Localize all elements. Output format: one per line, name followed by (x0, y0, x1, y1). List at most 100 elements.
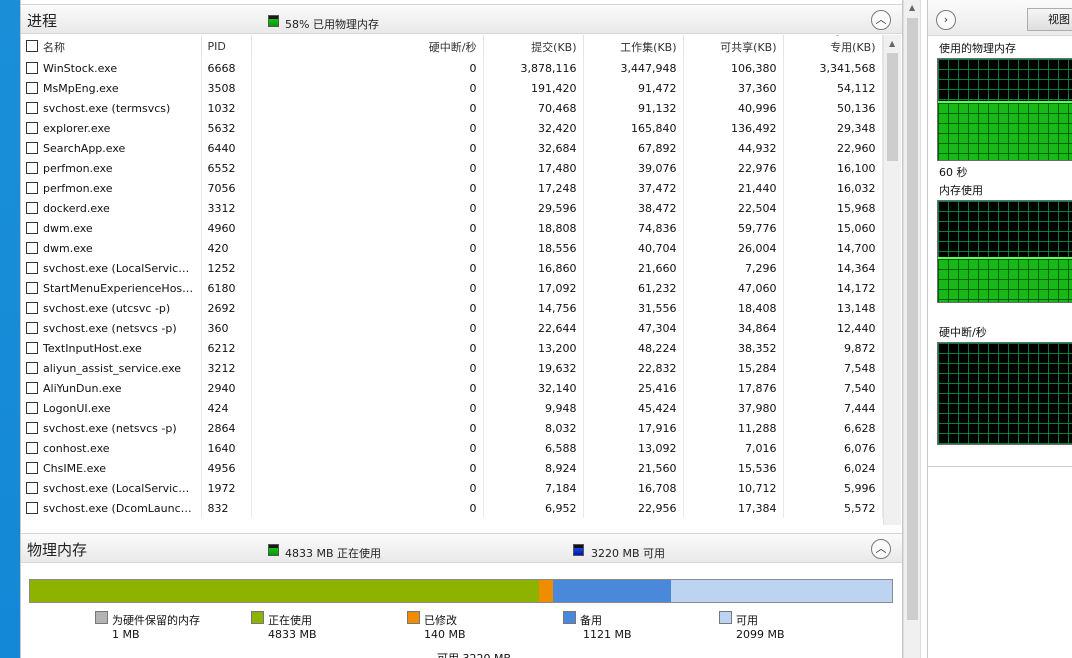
table-row[interactable]: dwm.exe 420 0 18,556 40,704 26,004 14,700 (21, 238, 883, 258)
row-checkbox[interactable] (26, 482, 38, 494)
cell-working-set: 16,708 (583, 478, 684, 498)
table-row[interactable]: svchost.exe (utcsvc -p) 2692 0 14,756 31,556… (21, 298, 883, 318)
memory-used-legend-icon (268, 15, 279, 27)
row-checkbox[interactable] (26, 82, 38, 94)
row-checkbox[interactable] (26, 302, 38, 314)
table-row[interactable]: SearchApp.exe 6440 0 32,684 67,892 44,932 22,9… (21, 138, 883, 158)
row-checkbox[interactable] (26, 382, 38, 394)
row-checkbox[interactable] (26, 102, 38, 114)
select-all-checkbox[interactable] (26, 40, 38, 52)
cell-working-set: 21,660 (583, 258, 684, 278)
table-row[interactable]: perfmon.exe 6552 0 17,480 39,076 22,976 16,100 (21, 158, 883, 178)
view-button[interactable]: 视图 (1027, 8, 1072, 31)
table-row[interactable]: MsMpEng.exe 3508 0 191,420 91,472 37,360 54,11… (21, 78, 883, 98)
row-checkbox[interactable] (26, 242, 38, 254)
table-row[interactable]: dockerd.exe 3312 0 29,596 38,472 22,504 15,968 (21, 198, 883, 218)
cell-commit: 8,924 (483, 458, 584, 478)
column-header-commit[interactable]: 提交(KB) (483, 35, 584, 58)
row-checkbox[interactable] (26, 262, 38, 274)
cell-commit: 14,756 (483, 298, 584, 318)
column-header-shareable[interactable]: 可共享(KB) (683, 35, 784, 58)
scrollbar-thumb[interactable] (887, 53, 898, 161)
chevron-right-icon[interactable]: › (936, 10, 956, 30)
process-name-cell: WinStock.exe (21, 58, 202, 78)
legend-label: 为硬件保留的内存 (112, 614, 200, 627)
legend-value: 1 MB (112, 628, 140, 641)
row-checkbox[interactable] (26, 442, 38, 454)
row-checkbox[interactable] (26, 342, 38, 354)
column-header-pid[interactable]: PID (201, 35, 252, 58)
cell-working-set: 91,472 (583, 78, 684, 98)
physical-memory-graph-fill (938, 101, 1072, 160)
table-row[interactable]: conhost.exe 1640 0 6,588 13,092 7,016 6,076 (21, 438, 883, 458)
table-row[interactable]: svchost.exe (termsvcs) 1032 0 70,468 91,132 4… (21, 98, 883, 118)
cell-working-set: 38,472 (583, 198, 684, 218)
row-checkbox[interactable] (26, 462, 38, 474)
row-checkbox[interactable] (26, 62, 38, 74)
chevron-up-icon[interactable]: ︿ (871, 539, 891, 559)
table-row[interactable]: StartMenuExperienceHost.... 6180 0 17,092 61… (21, 278, 883, 298)
row-checkbox[interactable] (26, 162, 38, 174)
scroll-up-arrow-icon[interactable]: ▲ (909, 3, 915, 12)
cell-private: 7,444 (783, 398, 883, 418)
row-checkbox[interactable] (26, 322, 38, 334)
process-name-cell: TextInputHost.exe (21, 338, 202, 358)
cell-pid: 1972 (201, 478, 252, 498)
row-checkbox[interactable] (26, 422, 38, 434)
processes-header[interactable]: 进程 58% 已用物理内存 ︿ (21, 4, 902, 34)
row-checkbox[interactable] (26, 362, 38, 374)
memory-bar-segment-in-use (30, 580, 539, 602)
scrollbar-thumb[interactable] (907, 18, 918, 620)
cell-pid: 420 (201, 238, 252, 258)
row-checkbox[interactable] (26, 402, 38, 414)
memory-used-legend: 58% 已用物理内存 (285, 18, 379, 31)
graph-panel-header: › 视图 (928, 0, 1072, 36)
cell-commit: 32,420 (483, 118, 584, 138)
column-header-private[interactable]: ﹀ 专用(KB) (783, 35, 883, 58)
table-row[interactable]: ChsIME.exe 4956 0 8,924 21,560 15,536 6,024 (21, 458, 883, 478)
cell-hard-faults: 0 (251, 498, 484, 518)
row-checkbox[interactable] (26, 282, 38, 294)
table-row[interactable]: WinStock.exe 6668 0 3,878,116 3,447,948 106,3… (21, 58, 883, 78)
table-row[interactable]: svchost.exe (LocalServiceN... 1972 0 7,184 1… (21, 478, 883, 498)
process-table-scrollbar[interactable]: ▲ (883, 35, 901, 525)
table-row[interactable]: LogonUI.exe 424 0 9,948 45,424 37,980 7,444 (21, 398, 883, 418)
table-row[interactable]: AliYunDun.exe 2940 0 32,140 25,416 17,876 7,54… (21, 378, 883, 398)
cell-working-set: 13,092 (583, 438, 684, 458)
legend-swatch (251, 611, 264, 624)
row-checkbox[interactable] (26, 502, 38, 514)
row-checkbox[interactable] (26, 142, 38, 154)
cell-hard-faults: 0 (251, 478, 484, 498)
row-checkbox[interactable] (26, 222, 38, 234)
table-row[interactable]: perfmon.exe 7056 0 17,248 37,472 21,440 16,032 (21, 178, 883, 198)
column-header-working-set[interactable]: 工作集(KB) (583, 35, 684, 58)
cell-working-set: 165,840 (583, 118, 684, 138)
physical-memory-header[interactable]: 物理内存 4833 MB 正在使用 3220 MB 可用 ︿ (21, 533, 902, 563)
table-row[interactable]: svchost.exe (netsvcs -p) 360 0 22,644 47,304… (21, 318, 883, 338)
process-name-cell: perfmon.exe (21, 158, 202, 178)
row-checkbox[interactable] (26, 202, 38, 214)
process-name-cell: ChsIME.exe (21, 458, 202, 478)
legend-swatch (563, 611, 576, 624)
cell-private: 9,872 (783, 338, 883, 358)
table-row[interactable]: svchost.exe (netsvcs -p) 2864 0 8,032 17,916… (21, 418, 883, 438)
cell-pid: 424 (201, 398, 252, 418)
column-header-name[interactable]: 名称 (21, 35, 202, 58)
scroll-up-arrow-icon[interactable]: ▲ (889, 39, 895, 48)
column-header-hard-faults[interactable]: 硬中断/秒 (251, 35, 484, 58)
available-legend: 3220 MB 可用 (591, 547, 666, 560)
legend-value: 140 MB (424, 628, 466, 641)
row-checkbox[interactable] (26, 122, 38, 134)
table-row[interactable]: TextInputHost.exe 6212 0 13,200 48,224 38,352… (21, 338, 883, 358)
hard-faults-graph-label: 硬中断/秒 (939, 326, 987, 339)
table-row[interactable]: dwm.exe 4960 0 18,808 74,836 59,776 15,060 (21, 218, 883, 238)
table-row[interactable]: aliyun_assist_service.exe 3212 0 19,632 22,8… (21, 358, 883, 378)
table-row[interactable]: svchost.exe (DcomLaunch ... 832 0 6,952 22,9… (21, 498, 883, 518)
row-checkbox[interactable] (26, 182, 38, 194)
chevron-up-icon[interactable]: ︿ (871, 10, 891, 30)
table-row[interactable]: explorer.exe 5632 0 32,420 165,840 136,492 29,… (21, 118, 883, 138)
cell-pid: 360 (201, 318, 252, 338)
table-row[interactable]: svchost.exe (LocalServiceN... 1252 0 16,860… (21, 258, 883, 278)
window-scrollbar[interactable]: ▲ (903, 0, 921, 658)
cell-commit: 7,184 (483, 478, 584, 498)
